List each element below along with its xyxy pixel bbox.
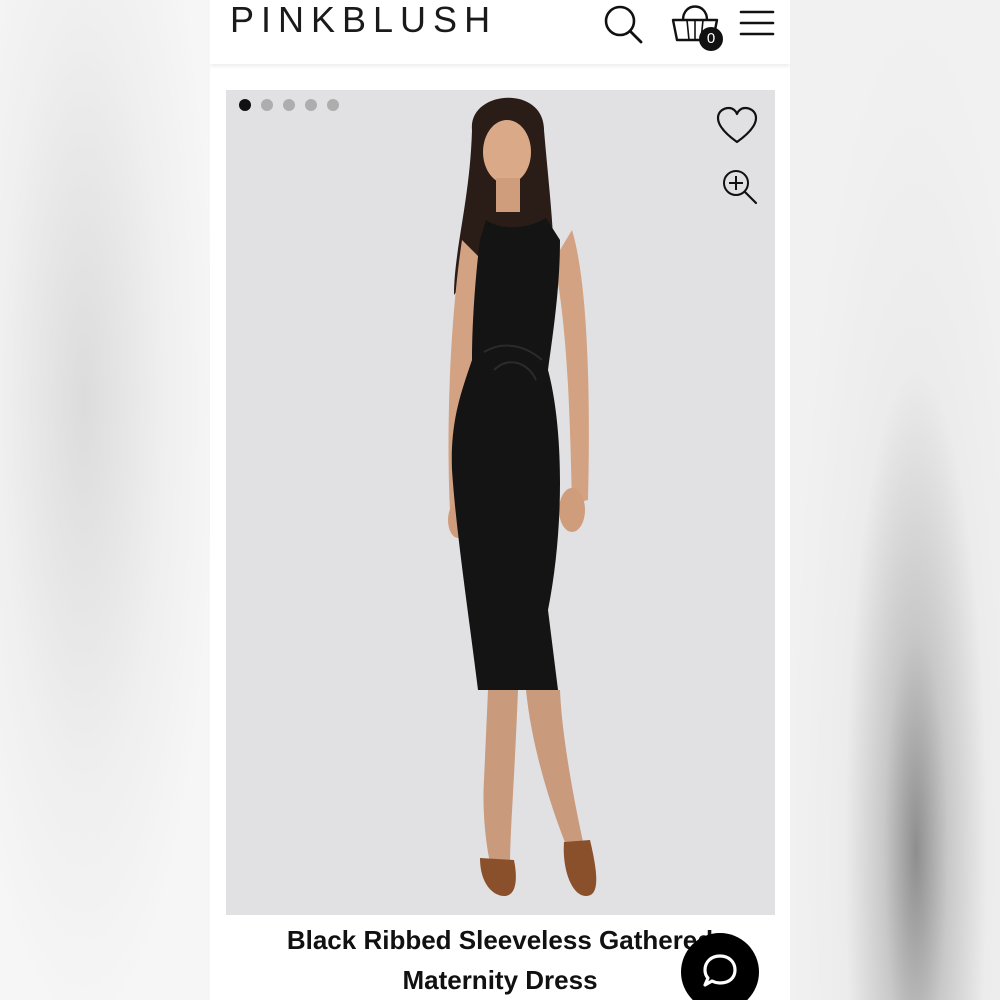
mobile-page: PINKBLUSH 0 Black Ribbed Sleeveless Gath… — [210, 0, 790, 1000]
gallery-dot-2[interactable] — [261, 99, 273, 111]
site-logo[interactable]: PINKBLUSH — [230, 0, 497, 40]
product-image-gallery[interactable] — [226, 90, 775, 915]
zoom-in-icon[interactable] — [721, 168, 759, 206]
heart-icon[interactable] — [715, 106, 759, 146]
hamburger-menu-icon[interactable] — [738, 6, 776, 40]
background-blur-left — [0, 0, 210, 1000]
chat-bubble-icon — [703, 954, 737, 987]
gallery-dot-4[interactable] — [305, 99, 317, 111]
site-header: PINKBLUSH 0 — [210, 0, 790, 64]
gallery-dot-3[interactable] — [283, 99, 295, 111]
gallery-dot-1[interactable] — [239, 99, 251, 111]
cart-count-badge: 0 — [699, 27, 723, 51]
background-blur-right — [790, 0, 1000, 1000]
gallery-pagination — [239, 99, 339, 111]
search-icon[interactable] — [602, 2, 646, 46]
gallery-dot-5[interactable] — [327, 99, 339, 111]
product-photo-model — [448, 97, 597, 896]
